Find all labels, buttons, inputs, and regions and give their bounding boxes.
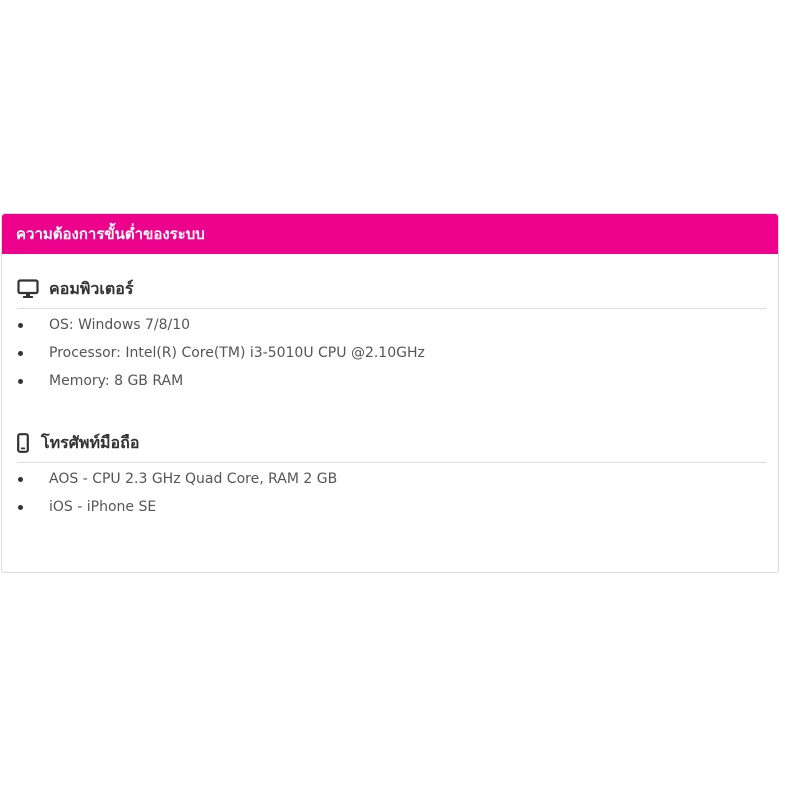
list-item: AOS - CPU 2.3 GHz Quad Core, RAM 2 GB (17, 465, 766, 493)
section-computer: คอมพิวเตอร์ OS: Windows 7/8/10 Processor… (17, 274, 766, 395)
mobile-requirements-list: AOS - CPU 2.3 GHz Quad Core, RAM 2 GB iO… (17, 465, 766, 521)
list-item: iOS - iPhone SE (17, 493, 766, 521)
section-title: โทรศัพท์มือถือ (41, 432, 140, 452)
list-item: OS: Windows 7/8/10 (17, 311, 766, 339)
smartphone-icon (17, 433, 29, 453)
card-header: ความต้องการขั้นต่ำของระบบ (2, 214, 778, 254)
list-item: Processor: Intel(R) Core(TM) i3-5010U CP… (17, 339, 766, 367)
system-requirements-card: ความต้องการขั้นต่ำของระบบ คอมพิวเตอร์ OS… (1, 213, 779, 573)
section-title: คอมพิวเตอร์ (49, 278, 134, 298)
monitor-icon (17, 279, 39, 299)
section-mobile: โทรศัพท์มือถือ AOS - CPU 2.3 GHz Quad Co… (17, 428, 766, 521)
section-heading-mobile: โทรศัพท์มือถือ (17, 428, 766, 463)
section-heading-computer: คอมพิวเตอร์ (17, 274, 766, 309)
list-item: Memory: 8 GB RAM (17, 367, 766, 395)
computer-requirements-list: OS: Windows 7/8/10 Processor: Intel(R) C… (17, 311, 766, 395)
